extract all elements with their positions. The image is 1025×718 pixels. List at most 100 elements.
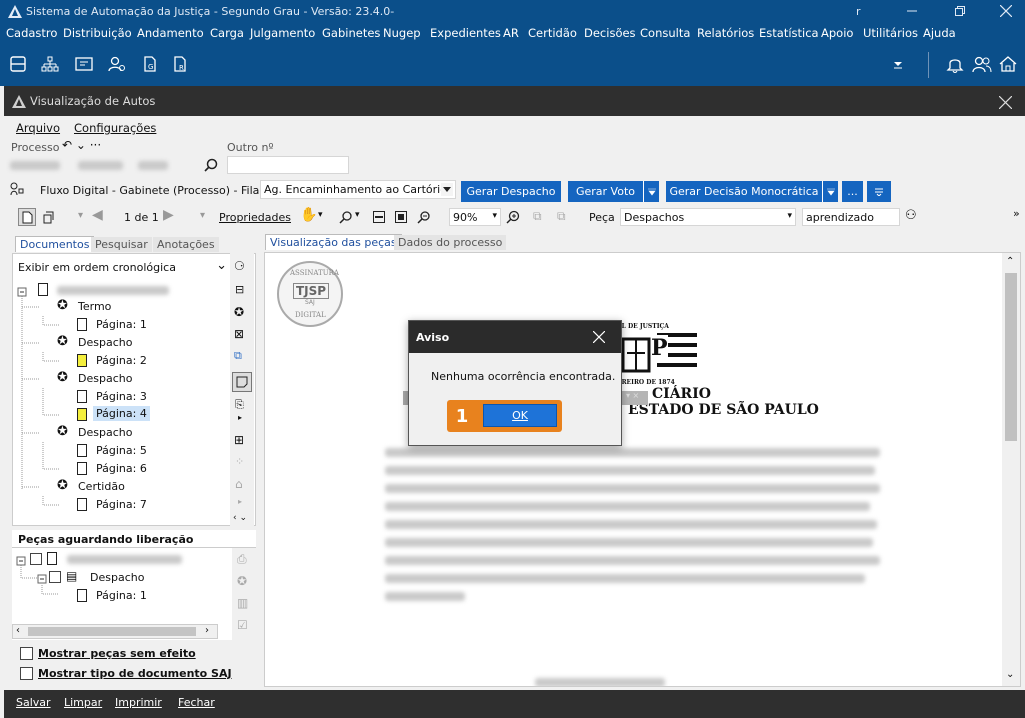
- tab-documentos[interactable]: Documentos: [15, 236, 95, 252]
- trash-icon[interactable]: ▥: [237, 596, 248, 610]
- gerar-decisao-button[interactable]: Gerar Decisão Monocrática: [666, 181, 822, 202]
- mostrar-pecas-label[interactable]: Mostrar peças sem efeito: [38, 647, 196, 660]
- users-icon[interactable]: [972, 54, 992, 74]
- menu-cadastro[interactable]: Cadastro: [6, 26, 57, 40]
- fechar-button[interactable]: Fechar: [178, 696, 215, 709]
- mostrar-tipo-label[interactable]: Mostrar tipo de documento SAJ: [38, 667, 232, 680]
- mostrar-tipo-checkbox[interactable]: [20, 667, 33, 680]
- limpar-button[interactable]: Limpar: [64, 696, 102, 709]
- menu-gabinetes[interactable]: Gabinetes: [322, 26, 380, 40]
- zoom-select[interactable]: 90% ▾: [449, 208, 501, 226]
- gerar-voto-button[interactable]: Gerar Voto: [568, 181, 643, 202]
- menu-ar[interactable]: AR: [503, 26, 519, 40]
- document-g-icon[interactable]: G: [140, 54, 160, 74]
- menu-nugep[interactable]: Nugep: [383, 26, 421, 40]
- tree-page[interactable]: Página: 6: [96, 462, 147, 475]
- ok-button[interactable]: OK: [483, 404, 557, 427]
- peca-select[interactable]: Despachos ▾: [620, 208, 796, 226]
- close-app-icon[interactable]: [994, 2, 1018, 20]
- scroll-right-icon[interactable]: ›: [205, 625, 209, 636]
- tab-anotacoes[interactable]: Anotações: [153, 237, 219, 252]
- last-page-icon[interactable]: ▾: [200, 210, 205, 221]
- pending-item[interactable]: Despacho: [90, 571, 144, 584]
- tab-dados-processo[interactable]: Dados do processo: [394, 235, 507, 250]
- menu-expedientes[interactable]: Expedientes: [430, 26, 501, 40]
- outro-numero-input[interactable]: [227, 156, 349, 174]
- fit-width-icon[interactable]: [372, 210, 386, 224]
- menu-estatistica[interactable]: Estatística: [759, 26, 819, 40]
- tree-item[interactable]: Despacho: [78, 336, 132, 349]
- approve-icon[interactable]: ☑: [237, 618, 248, 632]
- hand-tool-icon[interactable]: ✋: [300, 207, 317, 223]
- fila-select[interactable]: Ag. Encaminhamento ao Cartório: [260, 180, 456, 199]
- user-settings-icon[interactable]: [107, 54, 127, 74]
- salvar-button[interactable]: Salvar: [16, 696, 51, 709]
- viewer-scroll-thumb[interactable]: [1005, 273, 1017, 441]
- pages-icon[interactable]: [40, 209, 56, 225]
- minimize-icon[interactable]: [900, 2, 924, 20]
- scroll-up-icon[interactable]: ⌃: [1006, 256, 1014, 267]
- restore-icon[interactable]: [948, 2, 972, 20]
- menu-julgamento[interactable]: Julgamento: [250, 26, 315, 40]
- gerar-voto-dropdown[interactable]: [643, 181, 659, 202]
- print-icon[interactable]: [8, 54, 28, 74]
- tree-item[interactable]: Despacho: [78, 426, 132, 439]
- bell-icon[interactable]: [945, 54, 965, 74]
- close-window-icon[interactable]: [996, 93, 1014, 111]
- scroll-down-icon[interactable]: ⌄: [1006, 669, 1014, 680]
- menu-certidao[interactable]: Certidão: [528, 26, 577, 40]
- chevron-down-icon[interactable]: ▾: [355, 210, 360, 220]
- order-select[interactable]: Exibir em ordem cronológica ⌄: [15, 258, 229, 276]
- document-view-icon[interactable]: [18, 208, 36, 226]
- menu-carga[interactable]: Carga: [210, 26, 244, 40]
- zoom-out-icon[interactable]: [416, 210, 430, 224]
- tree-page[interactable]: Página: 7: [96, 498, 147, 511]
- document-r-icon[interactable]: R: [170, 54, 190, 74]
- tree-page-selected[interactable]: Página: 4: [93, 406, 150, 421]
- tab-pesquisar[interactable]: Pesquisar: [91, 237, 152, 252]
- menu-apoio[interactable]: Apoio: [821, 26, 853, 40]
- text-search-input[interactable]: aprendizado: [802, 208, 900, 226]
- collapse-button[interactable]: [867, 181, 891, 202]
- mostrar-pecas-checkbox[interactable]: [20, 647, 33, 660]
- certificate-icon[interactable]: ✪: [237, 574, 247, 588]
- home-icon[interactable]: [998, 54, 1018, 74]
- menu-consulta[interactable]: Consulta: [640, 26, 690, 40]
- tree-item[interactable]: Despacho: [78, 372, 132, 385]
- move-pages-icon[interactable]: ⧉: [557, 209, 566, 224]
- overflow-icon[interactable]: »: [1013, 207, 1020, 220]
- close-dialog-icon[interactable]: [591, 329, 607, 345]
- history-back-icon[interactable]: ↶ ⌄ ···: [62, 138, 101, 152]
- menu-arquivo[interactable]: Arquivo: [16, 121, 60, 135]
- menu-utilitarios[interactable]: Utilitários: [863, 26, 918, 40]
- zoom-search-icon[interactable]: [338, 210, 352, 224]
- scroll-thumb[interactable]: [28, 627, 196, 636]
- search-icon[interactable]: [203, 157, 219, 173]
- release-icon[interactable]: ⎙: [237, 552, 247, 567]
- hierarchy-icon[interactable]: [40, 54, 60, 74]
- zoom-in-icon[interactable]: [505, 209, 521, 225]
- processo-input[interactable]: [8, 156, 196, 174]
- more-button[interactable]: ...: [842, 181, 863, 202]
- tab-visualizacao[interactable]: Visualização das peças: [265, 234, 402, 250]
- pending-page[interactable]: Página: 1: [96, 589, 147, 602]
- menu-configuracoes[interactable]: Configurações: [74, 121, 156, 135]
- viewer-scrollbar[interactable]: ⌃ ⌄: [1002, 253, 1020, 686]
- next-page-icon[interactable]: ▶: [163, 207, 174, 223]
- tree-page[interactable]: Página: 1: [96, 318, 147, 331]
- menu-ajuda[interactable]: Ajuda: [923, 26, 956, 40]
- tree-page[interactable]: Página: 5: [96, 444, 147, 457]
- tree-page[interactable]: Página: 3: [96, 390, 147, 403]
- scroll-left-icon[interactable]: ‹: [16, 625, 20, 636]
- tree-item[interactable]: Certidão: [78, 480, 125, 493]
- prev-page-icon[interactable]: ◀: [92, 207, 103, 223]
- copy-pages-icon[interactable]: ⧉: [533, 209, 542, 224]
- propriedades-link[interactable]: Propriedades: [219, 211, 291, 224]
- first-page-icon[interactable]: ▾: [78, 210, 83, 221]
- menu-andamento[interactable]: Andamento: [137, 26, 204, 40]
- imprimir-button[interactable]: Imprimir: [115, 696, 162, 709]
- gerar-despacho-button[interactable]: Gerar Despacho: [461, 181, 561, 202]
- chevron-down-icon[interactable]: ▾: [318, 210, 323, 220]
- binoculars-icon[interactable]: ⚇: [905, 208, 917, 223]
- tree-expand-icon[interactable]: ⚆: [234, 259, 245, 273]
